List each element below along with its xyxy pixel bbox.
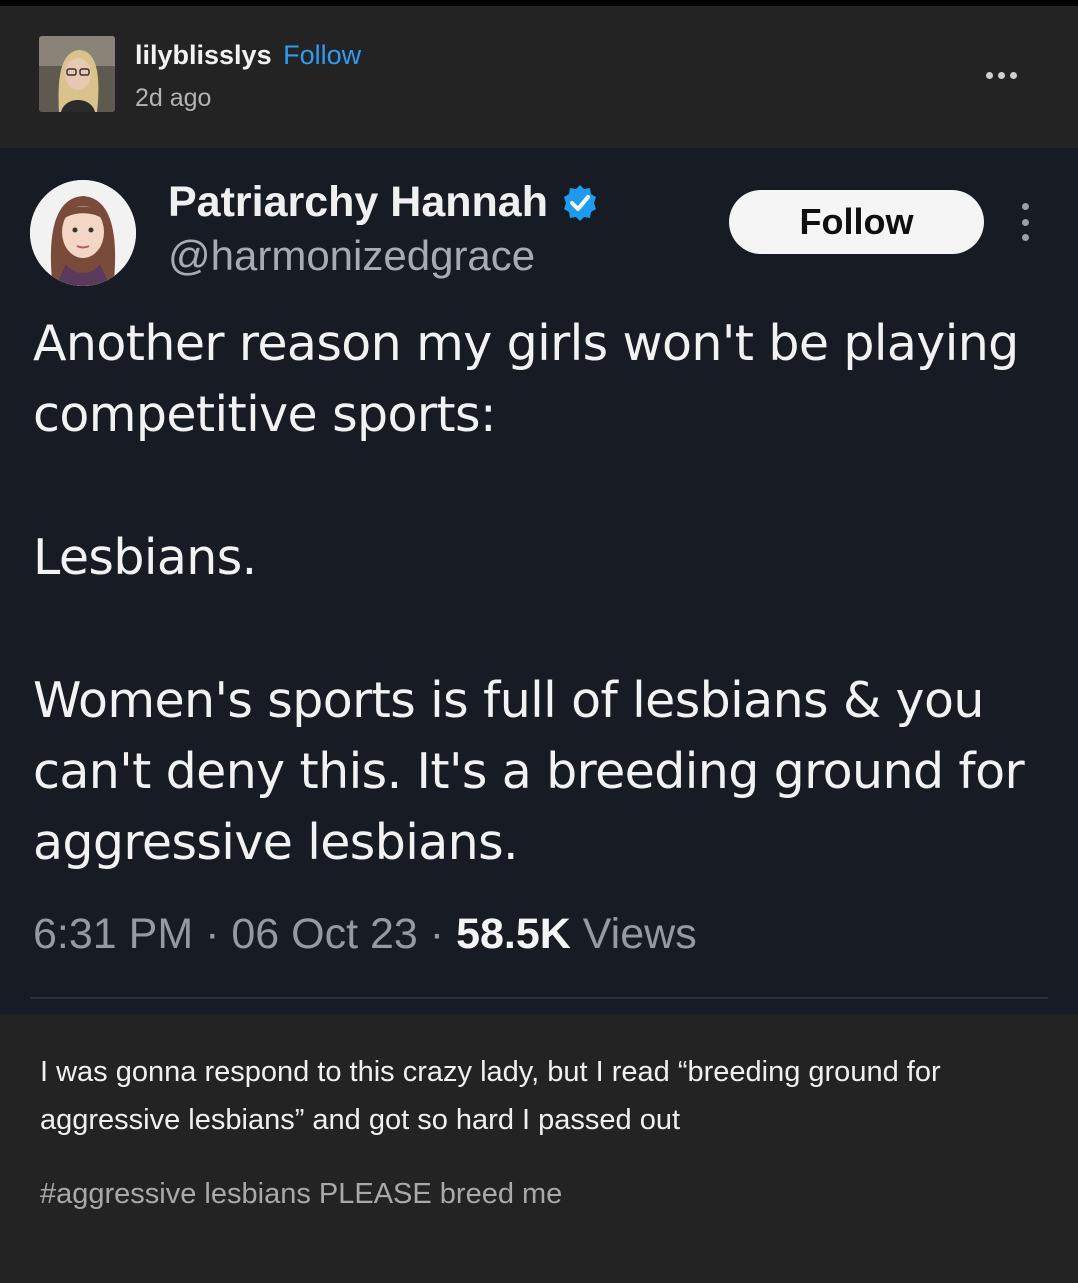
tweet-date: 06 Oct 23 <box>231 910 418 958</box>
embedded-tweet-screenshot: Patriarchy Hannah @harmonizedgrace Follo… <box>0 148 1078 1014</box>
tweet-author-handle: @harmonizedgrace <box>168 232 536 279</box>
verified-badge-icon <box>563 184 596 221</box>
ellipsis-icon[interactable] <box>986 64 1030 86</box>
tweet-meta: 6:31 PM · 06 Oct 23 · 58.5K Views <box>33 910 697 959</box>
tweet-author-avatar <box>30 180 136 286</box>
tweet-author-name-line: Patriarchy Hannah <box>168 178 600 227</box>
divider <box>30 997 1048 999</box>
post-caption: I was gonna respond to this crazy lady, … <box>40 1056 941 1136</box>
post-header: lilyblisslys Follow 2d ago <box>0 6 1078 148</box>
tweet-paragraph-3: Women's sports is full of lesbians & you… <box>33 672 1025 871</box>
tweet-author-name: Patriarchy Hannah <box>168 178 548 226</box>
tweet-paragraph-2: Lesbians. <box>33 529 257 586</box>
views-count: 58.5K <box>456 910 571 958</box>
poster-avatar[interactable] <box>39 36 115 112</box>
poster-name-line: lilyblisslys Follow <box>135 40 361 71</box>
tweet-paragraph-1: Another reason my girls won't be playing… <box>33 315 1019 443</box>
meta-separator: · <box>205 910 220 958</box>
follow-link[interactable]: Follow <box>283 40 361 70</box>
post-timestamp[interactable]: 2d ago <box>135 84 211 113</box>
post-tags[interactable]: #aggressive lesbians PLEASE breed me <box>40 1178 562 1211</box>
tweet-follow-button: Follow <box>729 190 984 254</box>
meta-separator: · <box>429 910 445 958</box>
poster-username[interactable]: lilyblisslys <box>135 40 272 70</box>
views-label: Views <box>582 910 697 958</box>
tweet-time: 6:31 PM <box>33 910 194 958</box>
vertical-ellipsis-icon <box>1019 203 1031 241</box>
